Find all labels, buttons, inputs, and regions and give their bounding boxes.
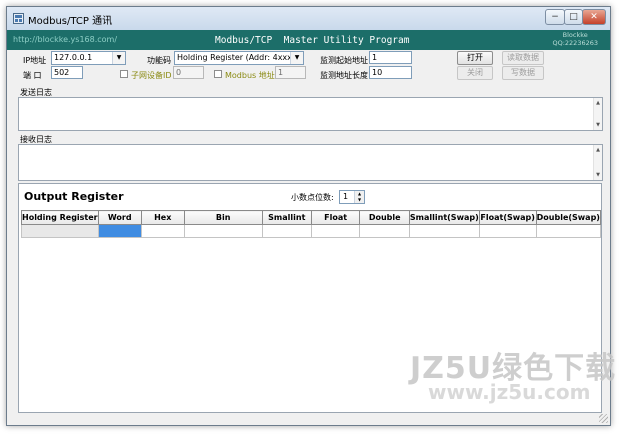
spin-down-icon[interactable]: ▼ — [355, 197, 364, 203]
author-qq: QQ:22236263 — [552, 39, 598, 47]
modbus-addr-checkbox[interactable] — [214, 70, 222, 78]
decimal-places-label: 小数点位数: — [291, 193, 334, 202]
write-data-button[interactable]: 写数据 — [502, 66, 544, 80]
function-code-combo[interactable]: Holding Register (Addr: 4xxxx) ▼ — [174, 51, 304, 65]
watermark-url: www.jz5u.com — [428, 380, 591, 404]
modbus-addr-label: Modbus 地址 — [225, 71, 275, 80]
chevron-down-icon[interactable]: ▼ — [290, 52, 303, 64]
output-register-grid[interactable]: Holding Register Word Hex Bin Smallint F… — [21, 210, 602, 238]
slave-id-input[interactable]: 0 — [173, 66, 204, 79]
send-log-scrollbar[interactable]: ▲ ▼ — [593, 98, 602, 130]
minimize-icon: − — [551, 12, 559, 22]
close-icon: ✕ — [590, 12, 598, 22]
monitor-start-label: 监测起始地址 — [320, 56, 368, 65]
ip-address-combo[interactable]: 127.0.0.1 ▼ — [51, 51, 126, 65]
monitor-start-input[interactable]: 1 — [369, 51, 412, 64]
decimal-places-value: 1 — [343, 192, 349, 201]
scroll-up-icon[interactable]: ▲ — [594, 100, 602, 106]
output-register-title: Output Register — [24, 190, 124, 203]
monitor-length-input[interactable]: 10 — [369, 66, 412, 79]
author-name: Blockke — [562, 31, 588, 39]
chevron-down-icon[interactable]: ▼ — [112, 52, 125, 64]
column-header[interactable]: Hex — [140, 210, 185, 225]
table-cell[interactable] — [478, 224, 537, 238]
column-header[interactable]: Smallint(Swap) — [408, 210, 480, 225]
program-banner: http://blockke.ys168.com/ Modbus/TCP Mas… — [7, 30, 610, 50]
column-header[interactable]: Word — [97, 210, 142, 225]
row-header-cell[interactable] — [21, 224, 99, 238]
app-icon — [13, 13, 24, 24]
ip-label: IP地址 — [23, 56, 47, 65]
send-log-textarea[interactable]: ▲ ▼ — [18, 97, 603, 131]
receive-log-textarea[interactable]: ▲ ▼ — [18, 144, 603, 181]
monitor-length-label: 监测地址长度 — [320, 71, 368, 80]
column-header[interactable]: Float(Swap) — [478, 210, 537, 225]
scroll-down-icon[interactable]: ▼ — [594, 172, 602, 178]
port-label: 端 口 — [23, 71, 42, 80]
table-row[interactable] — [21, 224, 602, 238]
selected-cell[interactable] — [97, 224, 142, 238]
decimal-places-spinner[interactable]: 1 ▲ ▼ — [339, 190, 365, 204]
column-header[interactable]: Bin — [183, 210, 263, 225]
minimize-button[interactable]: − — [545, 9, 565, 25]
function-label: 功能码 — [147, 56, 171, 65]
slave-id-label: 子网设备ID — [131, 71, 172, 80]
read-data-button[interactable]: 读取数据 — [502, 51, 544, 65]
scroll-down-icon[interactable]: ▼ — [594, 122, 602, 128]
modbus-addr-input[interactable]: 1 — [275, 66, 306, 79]
column-header[interactable]: Double — [359, 210, 410, 225]
column-header[interactable]: Holding Register — [21, 210, 99, 225]
grid-header-row: Holding Register Word Hex Bin Smallint F… — [21, 210, 602, 225]
resize-grip[interactable] — [599, 414, 608, 423]
spinner-arrows[interactable]: ▲ ▼ — [354, 191, 364, 203]
scroll-up-icon[interactable]: ▲ — [594, 147, 602, 153]
ip-address-value: 127.0.0.1 — [54, 53, 93, 62]
table-cell[interactable] — [535, 224, 602, 238]
receive-log-scrollbar[interactable]: ▲ ▼ — [593, 145, 602, 180]
table-cell[interactable] — [408, 224, 480, 238]
maximize-button[interactable]: □ — [564, 9, 583, 25]
table-cell[interactable] — [310, 224, 361, 238]
window-title: Modbus/TCP 通讯 — [28, 16, 113, 27]
column-header[interactable]: Float — [310, 210, 361, 225]
maximize-icon: □ — [569, 12, 578, 22]
banner-url: http://blockke.ys168.com/ — [13, 35, 118, 44]
close-button[interactable]: 关闭 — [457, 66, 493, 80]
port-input[interactable]: 502 — [51, 66, 83, 79]
banner-author: Blockke QQ:22236263 — [552, 31, 598, 47]
slave-id-checkbox[interactable] — [120, 70, 128, 78]
column-header[interactable]: Double(Swap) — [535, 210, 602, 225]
table-cell[interactable] — [140, 224, 185, 238]
title-bar: Modbus/TCP 通讯 − □ ✕ — [7, 7, 610, 30]
close-window-button[interactable]: ✕ — [582, 9, 606, 25]
table-cell[interactable] — [261, 224, 312, 238]
table-cell[interactable] — [183, 224, 263, 238]
open-button[interactable]: 打开 — [457, 51, 493, 65]
function-code-value: Holding Register (Addr: 4xxxx) — [177, 53, 300, 62]
banner-title: Modbus/TCP Master Utility Program — [215, 35, 410, 46]
column-header[interactable]: Smallint — [261, 210, 312, 225]
table-cell[interactable] — [359, 224, 410, 238]
